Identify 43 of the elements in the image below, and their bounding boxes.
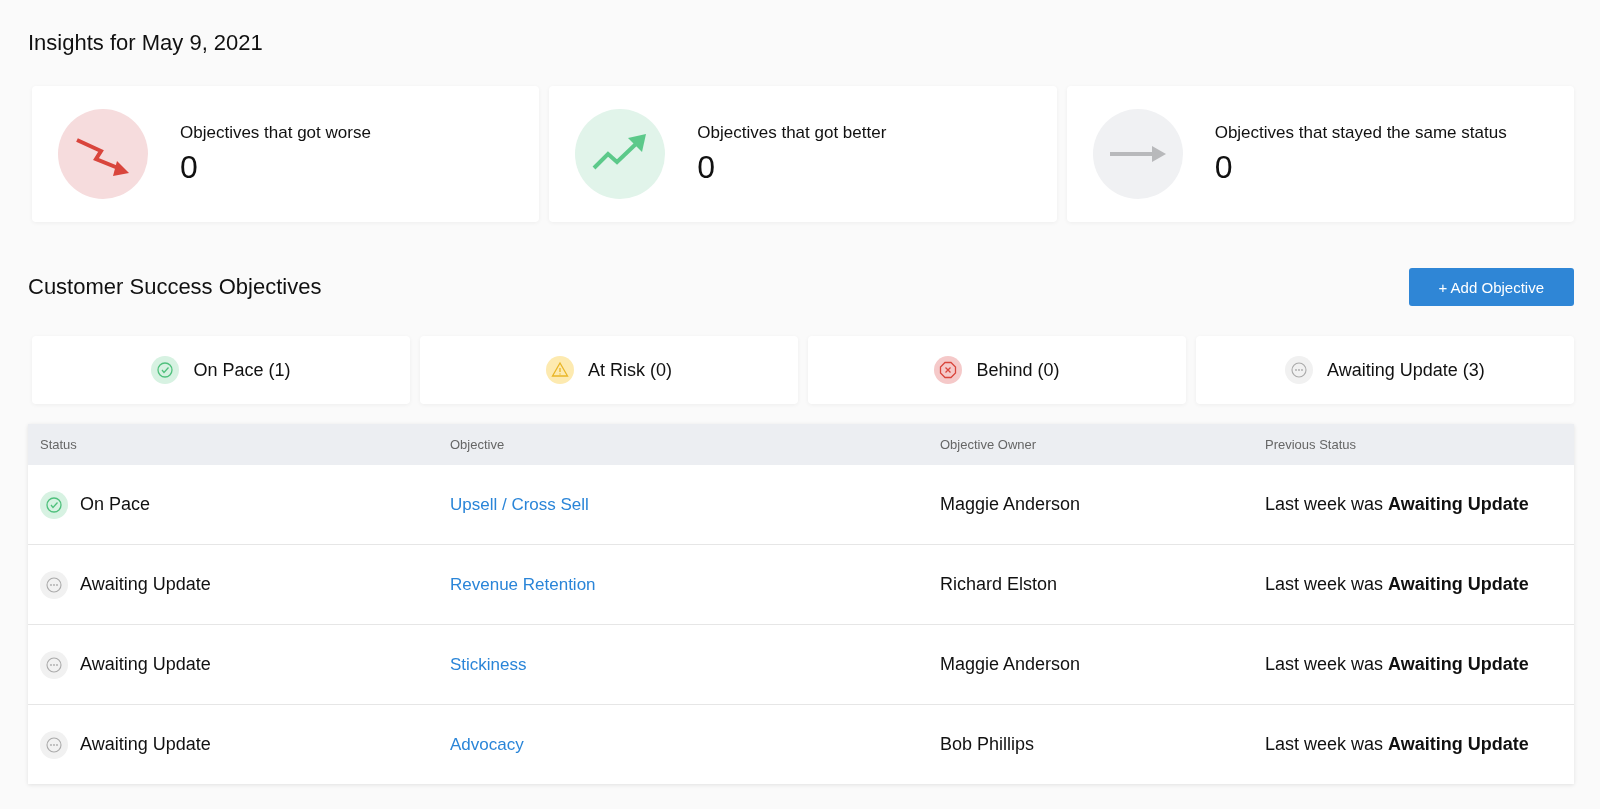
previous-status: Last week was Awaiting Update bbox=[1265, 734, 1530, 755]
objective-link[interactable]: Revenue Retention bbox=[450, 574, 596, 594]
insight-count: 0 bbox=[180, 148, 199, 186]
status-filter[interactable]: Behind (0) bbox=[808, 336, 1186, 404]
ellipsis-circle-icon bbox=[1285, 356, 1314, 384]
objective-link[interactable]: Stickiness bbox=[450, 654, 527, 674]
column-header: Objective bbox=[450, 437, 506, 452]
trend-up-icon bbox=[575, 109, 666, 199]
objective-link[interactable]: Advocacy bbox=[450, 734, 524, 754]
previous-status: Last week was Awaiting Update bbox=[1265, 574, 1530, 595]
column-header: Status bbox=[40, 437, 78, 452]
warning-icon bbox=[546, 356, 574, 384]
status-filter[interactable]: On Pace (1) bbox=[32, 336, 410, 404]
add-objective-button[interactable]: + Add Objective bbox=[1408, 268, 1574, 306]
trend-down-icon bbox=[58, 109, 148, 199]
page-title: Insights for May 9, 2021 bbox=[28, 30, 264, 56]
insight-label: Objectives that got worse bbox=[180, 122, 371, 143]
check-circle-icon bbox=[40, 490, 68, 519]
column-header: Objective Owner bbox=[940, 437, 1038, 452]
previous-status: Last week was Awaiting Update bbox=[1265, 494, 1530, 515]
ellipsis-circle-icon bbox=[40, 650, 68, 679]
owner-name: Bob Phillips bbox=[940, 734, 1036, 755]
owner-name: Maggie Anderson bbox=[940, 654, 1082, 675]
column-header: Previous Status bbox=[1265, 437, 1358, 452]
ellipsis-circle-icon bbox=[40, 730, 68, 759]
status-filter[interactable]: Awaiting Update (3) bbox=[1196, 336, 1574, 404]
status-filter[interactable]: At Risk (0) bbox=[420, 336, 798, 404]
status-text: Awaiting Update bbox=[80, 734, 211, 755]
status-text: Awaiting Update bbox=[80, 574, 211, 595]
owner-name: Maggie Anderson bbox=[940, 494, 1082, 515]
insight-label: Objectives that got better bbox=[697, 122, 887, 143]
status-text: On Pace bbox=[80, 494, 151, 515]
section-title: Customer Success Objectives bbox=[28, 274, 322, 300]
insight-count: 0 bbox=[697, 148, 717, 186]
check-circle-icon bbox=[151, 356, 180, 384]
ellipsis-circle-icon bbox=[40, 570, 68, 599]
insight-label: Objectives that stayed the same status bbox=[1214, 122, 1507, 143]
status-text: Awaiting Update bbox=[80, 654, 211, 675]
insight-count: 0 bbox=[1214, 148, 1234, 186]
previous-status: Last week was Awaiting Update bbox=[1265, 654, 1530, 675]
objective-link[interactable]: Upsell / Cross Sell bbox=[450, 494, 589, 514]
arrow-right-icon bbox=[1092, 109, 1183, 199]
owner-name: Richard Elston bbox=[940, 574, 1059, 595]
